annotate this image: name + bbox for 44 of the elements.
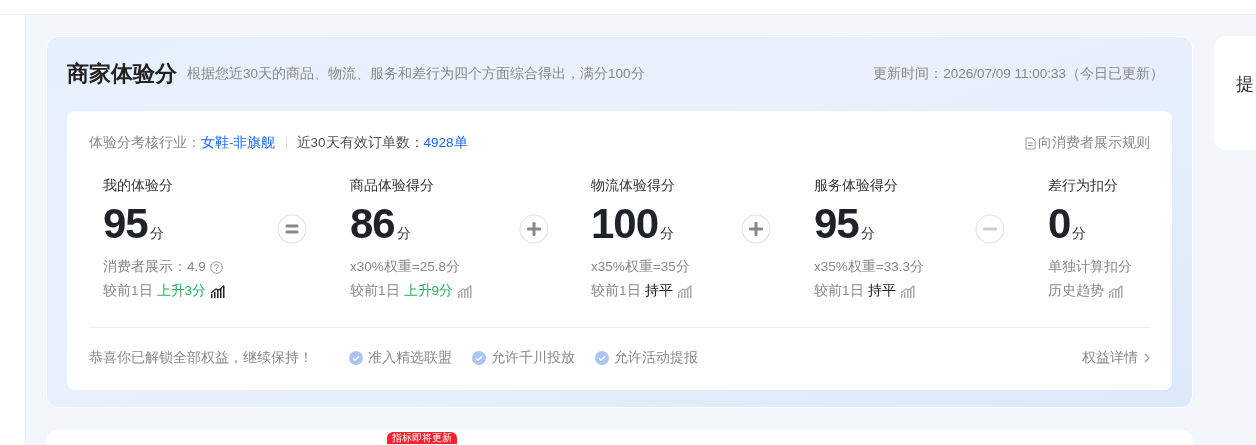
compare-label: 历史趋势 (1048, 282, 1104, 300)
orders-label: 近30天有效订单数： (296, 134, 424, 152)
metric-label: 物流体验得分 (591, 176, 676, 195)
trend-text: 上升9分 (403, 282, 454, 300)
orders-count: 4928单 (423, 134, 468, 152)
score-value: 95 (103, 201, 148, 247)
score-unit: 分 (1072, 225, 1087, 243)
compare-label: 较前1日 (591, 282, 641, 300)
trend-text: 持平 (867, 282, 896, 300)
update-badge: 指标即将更新 (387, 432, 457, 444)
score-detail: x35%权重=33.3分 (814, 258, 924, 276)
metric-label: 我的体验分 (103, 176, 174, 195)
score-detail: x35%权重=35分 (591, 258, 690, 276)
score-unit: 分 (660, 225, 675, 243)
side-card-text: 提 (1236, 74, 1254, 94)
unlock-message: 恭喜你已解锁全部权益，继续保持！ (89, 349, 313, 367)
compare-label: 较前1日 (103, 282, 153, 300)
metric-label: 服务体验得分 (814, 176, 899, 195)
trend-text: 持平 (644, 282, 673, 300)
metric-label: 差行为扣分 (1048, 176, 1119, 195)
score-unit: 分 (396, 225, 411, 243)
industry-link[interactable]: 女鞋-非旗舰 (201, 134, 276, 152)
benefit-details-link[interactable]: 权益详情 (1082, 349, 1150, 367)
benefit-label: 允许活动提报 (614, 349, 698, 367)
score-unit: 分 (149, 225, 164, 243)
industry-label: 体验分考核行业： (89, 134, 201, 152)
benefit-label: 准入精选联盟 (368, 349, 452, 367)
metric-label: 商品体验得分 (350, 176, 435, 195)
card-subtitle: 根据您近30天的商品、物流、服务和差行为四个方面综合得出，满分100分 (187, 65, 645, 83)
trend-text: 上升3分 (156, 282, 207, 300)
score-detail: x30%权重=25.8分 (350, 258, 460, 276)
compare-label: 较前1日 (814, 282, 864, 300)
benefit-label: 允许千川投放 (491, 349, 575, 367)
score-value: 100 (591, 201, 659, 247)
score-value: 0 (1048, 201, 1071, 247)
score-value: 95 (814, 201, 859, 247)
card-title: 商家体验分 (67, 60, 177, 88)
score-detail: 消费者展示：4.9 (103, 258, 206, 276)
rules-link[interactable]: 向消费者展示规则 (1025, 134, 1150, 152)
score-detail: 单独计算扣分 (1048, 258, 1132, 276)
update-time: 更新时间：2026/07/09 11:00:33（今日已更新） (873, 65, 1164, 83)
score-unit: 分 (860, 225, 875, 243)
compare-label: 较前1日 (350, 282, 400, 300)
score-value: 86 (350, 201, 395, 247)
